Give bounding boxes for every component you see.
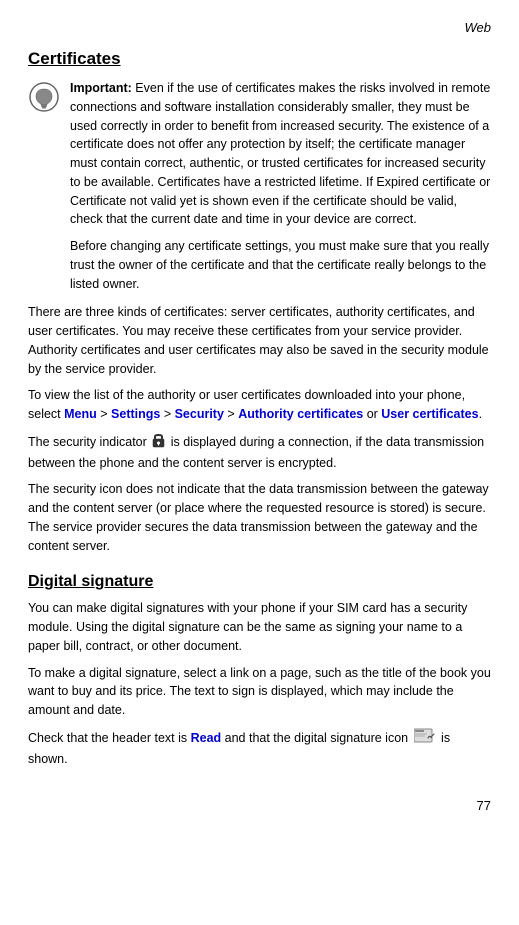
digital-sig-para1: You can make digital signatures with you… (28, 599, 491, 655)
read-link[interactable]: Read (191, 731, 222, 745)
page-number: 77 (28, 798, 491, 813)
settings-link[interactable]: Settings (111, 407, 160, 421)
certificates-heading: Certificates (28, 49, 491, 69)
digital-sig-para3: Check that the header text is Read and t… (28, 728, 491, 769)
note-icon (28, 81, 60, 113)
important-label: Important: (70, 81, 132, 95)
important-text2: Before changing any certificate settings… (70, 237, 491, 293)
authority-certificates-link[interactable]: Authority certificates (238, 407, 363, 421)
certificates-para4: The security icon does not indicate that… (28, 480, 491, 555)
certificates-para1: There are three kinds of certificates: s… (28, 303, 491, 378)
padlock-inline-icon (152, 432, 165, 454)
digital-signature-heading: Digital signature (28, 573, 491, 591)
important-content: Important: Even if the use of certificat… (70, 79, 491, 293)
signature-inline-icon (414, 728, 436, 750)
menu-link[interactable]: Menu (64, 407, 97, 421)
page-header: Web (28, 20, 491, 35)
digital-sig-para2: To make a digital signature, select a li… (28, 664, 491, 720)
certificates-para2: To view the list of the authority or use… (28, 386, 491, 424)
user-certificates-link[interactable]: User certificates (381, 407, 478, 421)
certificates-para3: The security indicator is displayed duri… (28, 432, 491, 473)
important-block: Important: Even if the use of certificat… (28, 79, 491, 293)
digital-signature-section: Digital signature You can make digital s… (28, 573, 491, 768)
security-link[interactable]: Security (175, 407, 224, 421)
important-text1: Even if the use of certificates makes th… (70, 81, 490, 226)
important-icon (28, 81, 60, 113)
